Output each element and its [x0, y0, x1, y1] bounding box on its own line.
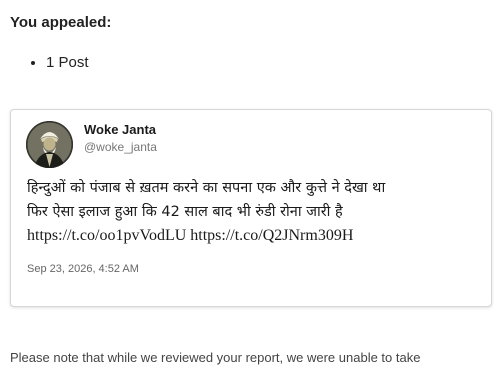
tweet-text-line: हिन्दुओं को पंजाब से ख़तम करने का सपना ए…: [27, 180, 386, 196]
turbaned-figure-avatar-icon: [26, 121, 73, 168]
tweet-links-line: https://t.co/oo1pvVodLU https://t.co/Q2J…: [27, 224, 482, 248]
tweet-author-handle[interactable]: @woke_janta: [84, 140, 157, 154]
tweet-timestamp[interactable]: Sep 23, 2026, 4:52 AM: [27, 263, 139, 275]
appeal-heading: You appealed:: [10, 14, 112, 31]
author-avatar[interactable]: [26, 121, 73, 168]
tweet-link[interactable]: https://t.co/oo1pvVodLU: [27, 227, 186, 244]
appealed-item: 1 Post: [46, 52, 89, 74]
tweet-link[interactable]: https://t.co/Q2JNrm309H: [190, 227, 353, 244]
appealed-items-list: 1 Post: [0, 52, 89, 74]
tweet-text-line: फिर ऐसा इलाज हुआ कि 42 साल बाद भी रुंडी …: [27, 204, 343, 220]
tweet-text: हिन्दुओं को पंजाब से ख़तम करने का सपना ए…: [27, 176, 482, 248]
tweet-author-name[interactable]: Woke Janta: [84, 122, 156, 137]
embedded-tweet-card[interactable]: Woke Janta @woke_janta हिन्दुओं को पंजाब…: [10, 109, 492, 307]
